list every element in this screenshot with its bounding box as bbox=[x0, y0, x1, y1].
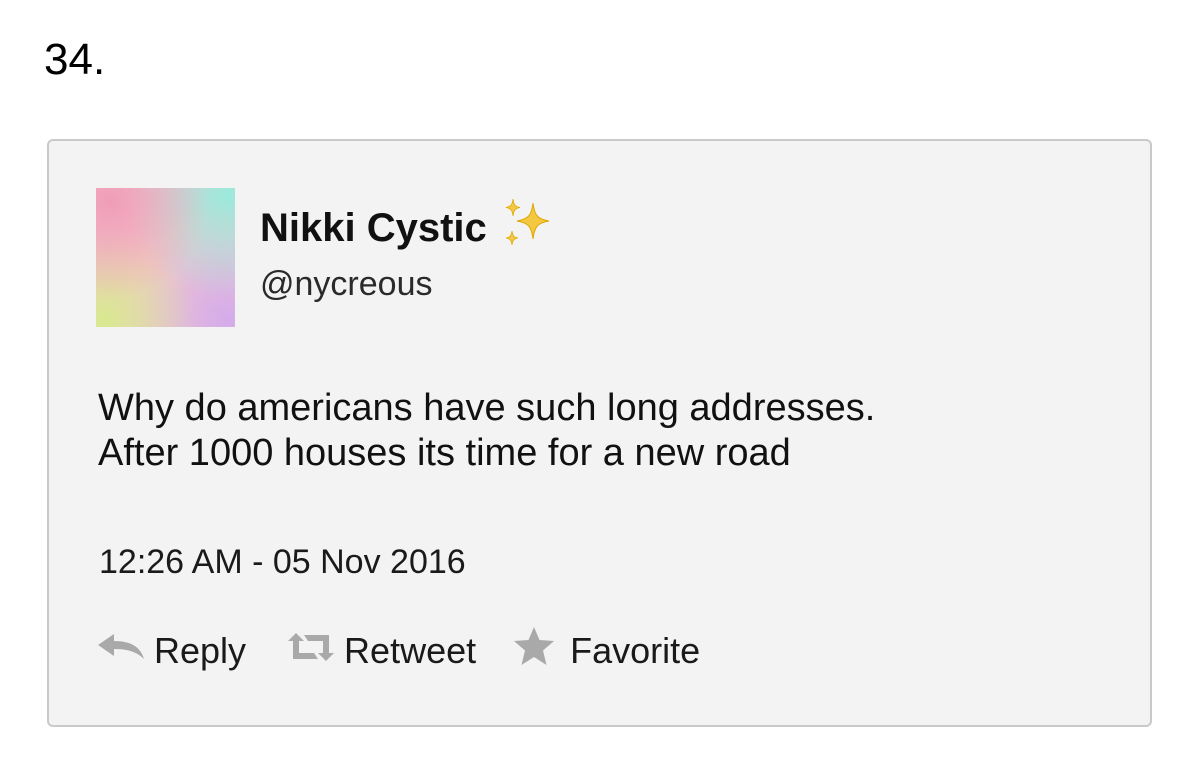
reply-button[interactable]: Reply bbox=[96, 629, 246, 673]
display-name-row: Nikki Cystic bbox=[260, 198, 557, 257]
tweet-text-line: Why do americans have such long addresse… bbox=[98, 387, 876, 429]
list-number: 34. bbox=[44, 35, 106, 84]
favorite-label: Favorite bbox=[570, 630, 701, 671]
retweet-label: Retweet bbox=[344, 630, 477, 671]
reply-label: Reply bbox=[154, 630, 247, 671]
star-icon bbox=[514, 627, 555, 665]
display-name[interactable]: Nikki Cystic bbox=[260, 204, 487, 252]
tweet-timestamp[interactable]: 12:26 AM - 05 Nov 2016 bbox=[99, 542, 466, 582]
tweet-text-line: After 1000 houses its time for a new roa… bbox=[98, 432, 791, 474]
favorite-button[interactable]: Favorite bbox=[512, 627, 701, 673]
sparkles-icon bbox=[505, 198, 549, 246]
tweet-card: Nikki Cystic @nycreous Why do americans … bbox=[47, 139, 1152, 727]
retweet-button[interactable]: Retweet bbox=[284, 629, 476, 673]
tweet-text: Why do americans have such long addresse… bbox=[98, 386, 1118, 476]
avatar[interactable] bbox=[96, 188, 235, 327]
user-handle[interactable]: @nycreous bbox=[260, 264, 432, 304]
retweet-icon bbox=[288, 633, 335, 661]
reply-icon bbox=[98, 634, 144, 659]
tweet-actions: Reply Retweet Favorite bbox=[96, 627, 701, 673]
